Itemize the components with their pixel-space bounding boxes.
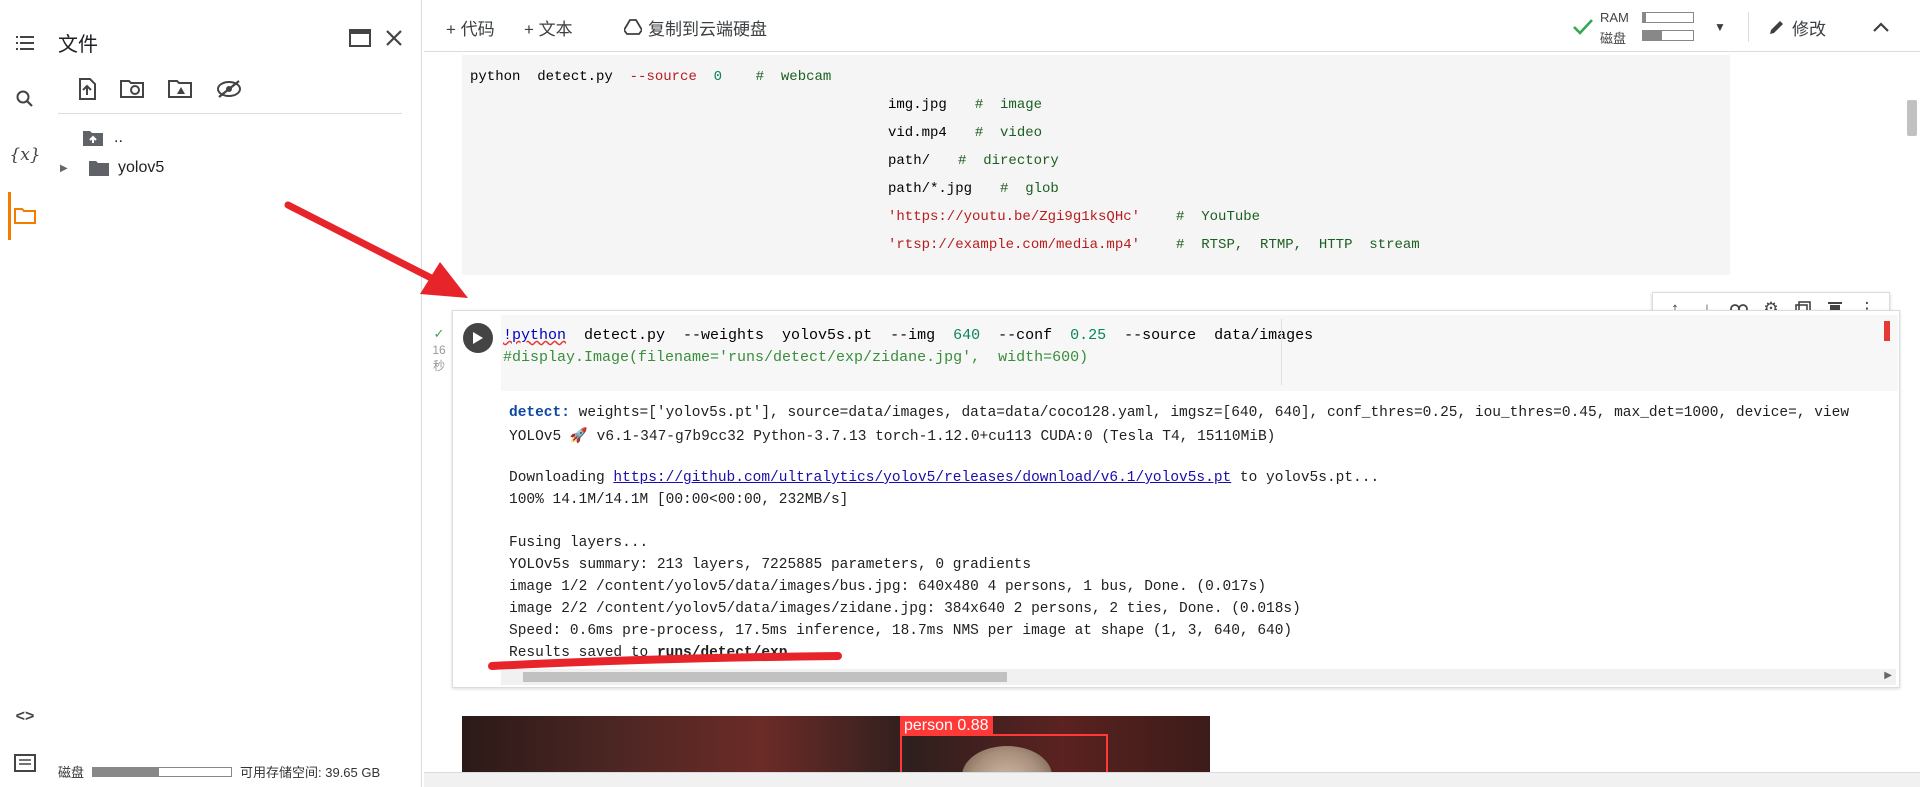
resources-dropdown-icon[interactable]: ▼ <box>1714 14 1726 40</box>
upload-icon[interactable] <box>70 72 104 106</box>
code-cell[interactable]: !python detect.py --weights yolov5s.pt -… <box>452 310 1900 688</box>
output-line: 100% 14.1M/14.1M [00:00<00:00, 232MB/s] <box>509 492 849 508</box>
bottom-scrollbar[interactable] <box>424 772 1920 787</box>
output-line: Downloading https://github.com/ultralyti… <box>509 470 1380 486</box>
error-marker <box>1884 321 1890 341</box>
output-line: Fusing layers... <box>509 535 649 551</box>
resources-indicator[interactable]: RAM 磁盘 <box>1572 10 1722 46</box>
output-line: Results saved to runs/detect/exp <box>509 645 788 661</box>
disk-available: 可用存储空间: 39.65 GB <box>240 765 381 780</box>
usage-row: 'https://youtu.be/Zgi9g1ksQHc' # YouTube <box>888 209 1261 225</box>
text-cell[interactable]: python detect.py --source 0 # webcam img… <box>462 55 1730 275</box>
edit-label: 修改 <box>1792 19 1826 39</box>
divider <box>58 113 402 114</box>
tree-item-yolov5[interactable]: ▶ yolov5 <box>58 156 164 180</box>
code-snippets-icon[interactable]: <> <box>8 700 42 734</box>
disk-meter <box>1642 30 1694 41</box>
copy-to-drive-label: 复制到云端硬盘 <box>648 19 767 39</box>
code-line-1: !python detect.py --weights yolov5s.pt -… <box>503 327 1314 344</box>
download-link[interactable]: https://github.com/ultralytics/yolov5/re… <box>613 470 1231 486</box>
detection-label: person 0.88 <box>900 716 993 736</box>
pencil-icon <box>1768 18 1786 36</box>
chevron-right-icon[interactable]: ▶ <box>60 163 74 174</box>
search-icon[interactable] <box>8 82 42 116</box>
output-line: YOLOv5s summary: 213 layers, 7225885 par… <box>509 557 1032 573</box>
usage-row: path/*.jpg # glob <box>888 181 1059 197</box>
panel-title: 文件 <box>58 34 98 56</box>
usage-row: vid.mp4 # video <box>888 125 1043 141</box>
collapse-header-icon[interactable] <box>1872 14 1890 40</box>
terminal-icon[interactable] <box>8 746 42 780</box>
play-icon <box>473 332 483 344</box>
output-line: image 2/2 /content/yolov5/data/images/zi… <box>509 601 1301 617</box>
disk-label: 磁盘 <box>1600 31 1627 46</box>
disk-label: 磁盘 <box>58 765 85 780</box>
check-icon <box>1572 18 1594 41</box>
refresh-folder-icon[interactable] <box>116 72 150 106</box>
disk-usage: 磁盘 可用存储空间: 39.65 GB <box>58 762 380 781</box>
usage-line-1: python detect.py --source 0 # webcam <box>470 69 832 85</box>
notebook-toolbar: + 代码 + 文本 复制到云端硬盘 RAM 磁盘 ▼ 修改 <box>424 0 1920 52</box>
code-line-2: #display.Image(filename='runs/detect/exp… <box>503 349 1089 366</box>
toc-icon[interactable] <box>8 26 42 60</box>
hide-files-icon[interactable] <box>212 72 246 106</box>
tree-item-parent[interactable]: .. <box>80 126 123 150</box>
red-arrow-head <box>420 262 468 298</box>
ram-meter <box>1642 12 1694 23</box>
add-code-button[interactable]: + 代码 <box>446 14 495 40</box>
tree-item-label: .. <box>114 129 123 146</box>
add-text-button[interactable]: + 文本 <box>524 14 573 40</box>
close-icon[interactable] <box>380 24 408 52</box>
mount-drive-icon[interactable] <box>164 72 198 106</box>
folder-up-icon <box>82 129 104 147</box>
output-line: Speed: 0.6ms pre-process, 17.5ms inferen… <box>509 623 1293 639</box>
folder-icon[interactable] <box>8 198 42 232</box>
folder-icon <box>88 159 110 177</box>
execution-status: ✓ 16 秒 <box>430 326 448 374</box>
vertical-scrollbar[interactable] <box>1904 52 1920 772</box>
left-rail: {𝑥} <> <box>0 0 50 787</box>
usage-row: path/# directory <box>888 153 1059 169</box>
output-line: detect: weights=['yolov5s.pt'], source=d… <box>509 405 1850 421</box>
horizontal-scrollbar[interactable]: ▶ <box>501 669 1896 685</box>
exec-time: 16 <box>432 343 446 357</box>
copy-to-drive-button[interactable]: 复制到云端硬盘 <box>624 14 767 40</box>
output-line: YOLOv5 🚀 v6.1-347-g7b9cc32 Python-3.7.13… <box>509 429 1276 445</box>
divider <box>1748 12 1749 42</box>
usage-row: 'rtsp://example.com/media.mp4' # RTSP, RT… <box>888 237 1420 253</box>
open-in-tab-icon[interactable] <box>346 24 374 52</box>
run-cell-button[interactable] <box>463 323 493 353</box>
disk-meter <box>92 766 233 777</box>
check-icon: ✓ <box>433 326 445 341</box>
file-panel: 文件 .. ▶ yolov5 磁盘 可用存储空间: 39.65 GB <box>50 0 422 787</box>
exec-unit: 秒 <box>432 359 445 373</box>
drive-icon <box>624 19 642 35</box>
tree-item-label: yolov5 <box>118 159 165 176</box>
results-path: runs/detect/exp <box>656 645 788 661</box>
output-line: image 1/2 /content/yolov5/data/images/bu… <box>509 579 1267 595</box>
edit-button[interactable]: 修改 <box>1768 14 1826 40</box>
cell-editor[interactable]: !python detect.py --weights yolov5s.pt -… <box>501 315 1898 391</box>
variables-icon[interactable]: {𝑥} <box>8 138 42 172</box>
ram-label: RAM <box>1600 10 1629 25</box>
usage-row: img.jpg # image <box>888 97 1043 113</box>
